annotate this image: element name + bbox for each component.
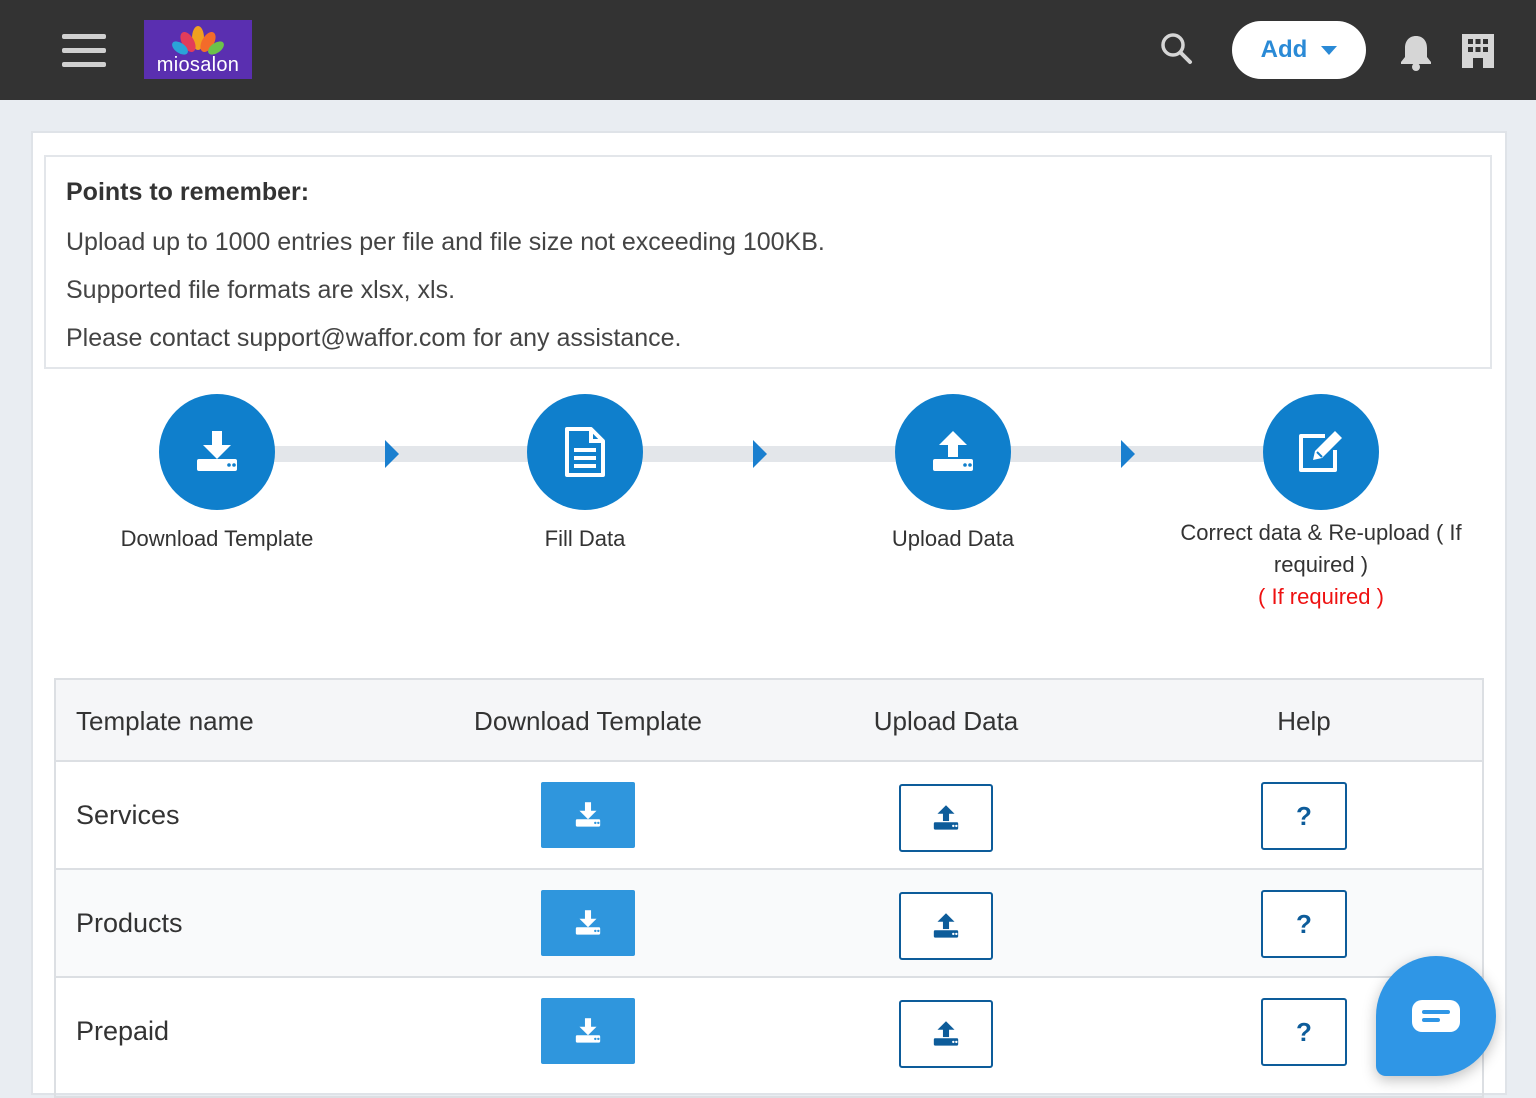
top-navigation-bar: miosalon Add bbox=[0, 0, 1536, 100]
download-icon bbox=[197, 431, 237, 471]
column-header: Download Template bbox=[474, 706, 702, 736]
notes-title: Points to remember: bbox=[66, 178, 310, 206]
upload-icon bbox=[933, 805, 959, 830]
menu-icon[interactable] bbox=[62, 34, 106, 70]
step-label: Upload Data bbox=[891, 526, 1015, 551]
step-label: Correct data & Re-upload ( If required )… bbox=[1165, 517, 1477, 613]
upload-icon bbox=[933, 1021, 959, 1046]
column-header: Help bbox=[1277, 706, 1331, 736]
chat-icon bbox=[1412, 1000, 1460, 1032]
upload-data-button[interactable] bbox=[899, 1000, 993, 1068]
step-download-template bbox=[159, 394, 275, 510]
help-button[interactable]: ? bbox=[1261, 890, 1347, 958]
upload-icon bbox=[933, 913, 959, 938]
step-fill-data bbox=[527, 394, 643, 510]
upload-data-button[interactable] bbox=[899, 892, 993, 960]
note-line: Upload up to 1000 entries per file and f… bbox=[66, 228, 825, 256]
help-button[interactable]: ? bbox=[1261, 782, 1347, 850]
note-line: Please contact support@waffor.com for an… bbox=[66, 324, 682, 352]
table-row: Products ? bbox=[56, 870, 1482, 978]
step-sub-label: ( If required ) bbox=[1258, 584, 1384, 609]
download-template-button[interactable] bbox=[541, 890, 635, 956]
bulk-import-card: Points to remember: Upload up to 1000 en… bbox=[31, 131, 1507, 1098]
download-icon bbox=[575, 910, 601, 935]
note-line: Supported file formats are xlsx, xls. bbox=[66, 276, 456, 304]
step-arrow-icon bbox=[1121, 440, 1135, 468]
column-header: Template name bbox=[76, 706, 254, 736]
bell-icon[interactable] bbox=[1396, 32, 1436, 77]
document-icon bbox=[565, 427, 605, 477]
help-button[interactable]: ? bbox=[1261, 998, 1347, 1066]
step-correct-reupload bbox=[1263, 394, 1379, 510]
download-icon bbox=[575, 1018, 601, 1043]
table-row: Services ? bbox=[56, 762, 1482, 870]
add-button[interactable]: Add bbox=[1232, 21, 1366, 79]
upload-icon bbox=[933, 431, 973, 471]
chevron-down-icon bbox=[1321, 45, 1338, 55]
table-row: Prepaid ? bbox=[56, 978, 1482, 1086]
step-label: Download Template bbox=[120, 526, 314, 551]
step-arrow-icon bbox=[385, 440, 399, 468]
step-label: Fill Data bbox=[544, 526, 626, 551]
template-name: Services bbox=[76, 800, 180, 830]
download-icon bbox=[575, 802, 601, 827]
template-name: Prepaid bbox=[76, 1016, 170, 1046]
step-label-text: Correct data & Re-upload ( If required ) bbox=[1180, 520, 1462, 577]
edit-icon bbox=[1299, 431, 1342, 472]
lotus-icon bbox=[172, 26, 224, 55]
step-arrow-icon bbox=[753, 440, 767, 468]
download-template-button[interactable] bbox=[541, 782, 635, 848]
points-to-remember-box: Points to remember: Upload up to 1000 en… bbox=[44, 155, 1492, 369]
templates-table: Template name Download Template Upload D… bbox=[54, 678, 1484, 1098]
chat-widget-button[interactable] bbox=[1376, 956, 1496, 1076]
column-header: Upload Data bbox=[873, 706, 1019, 736]
table-header: Template name Download Template Upload D… bbox=[56, 680, 1482, 762]
download-template-button[interactable] bbox=[541, 998, 635, 1064]
logo-text: miosalon bbox=[156, 54, 240, 76]
search-icon[interactable] bbox=[1158, 30, 1194, 71]
step-upload-data bbox=[895, 394, 1011, 510]
upload-data-button[interactable] bbox=[899, 784, 993, 852]
add-button-label: Add bbox=[1260, 36, 1308, 63]
brand-logo[interactable]: miosalon bbox=[144, 20, 252, 79]
building-icon[interactable] bbox=[1460, 32, 1496, 75]
template-name: Products bbox=[76, 908, 183, 938]
